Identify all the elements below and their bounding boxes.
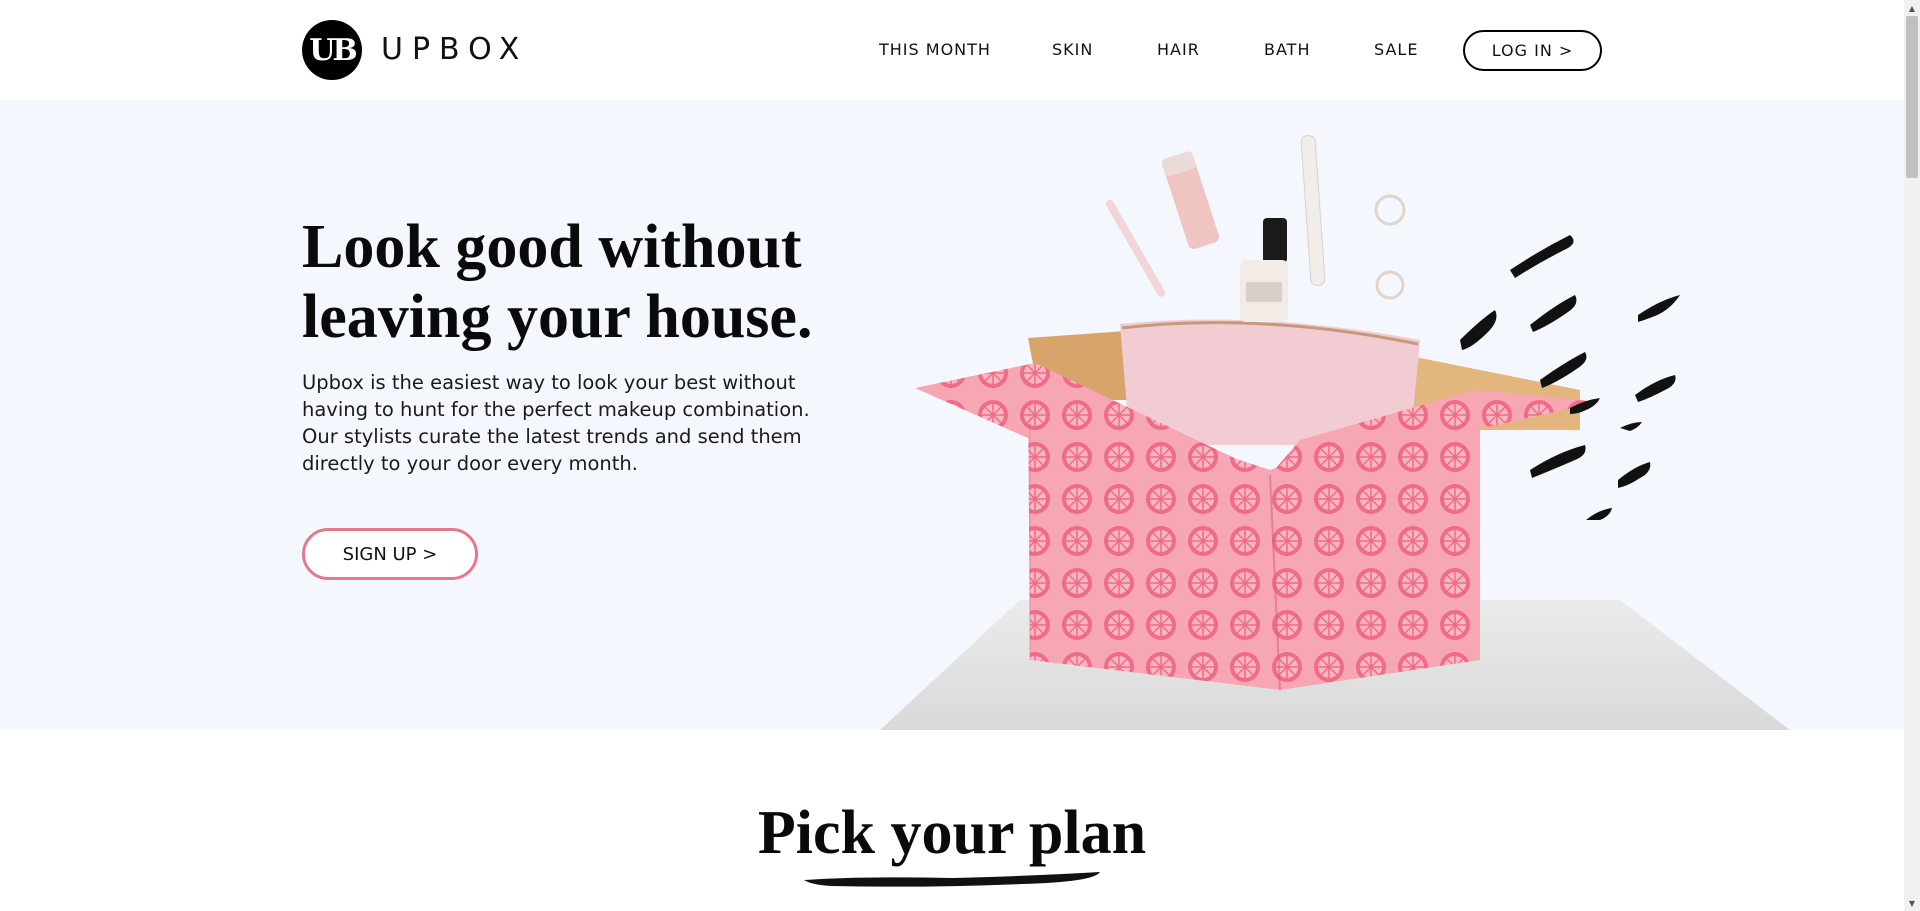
nav-hair[interactable]: HAIR — [1157, 40, 1200, 60]
ring-2 — [1375, 270, 1405, 300]
scrollbar-thumb[interactable] — [1906, 16, 1918, 178]
nail-polish-bottle — [1240, 218, 1288, 322]
logo-text[interactable]: UPBOX — [381, 33, 528, 67]
hero-box-illustration — [880, 135, 1790, 730]
nav-sale[interactable]: SALE — [1374, 40, 1418, 60]
lipgloss-bottle — [1161, 151, 1220, 249]
scroll-down-arrow-icon[interactable]: ▼ — [1904, 895, 1920, 911]
hero-section: Look good without leaving your house. Up… — [0, 100, 1904, 730]
brush-stick — [1105, 199, 1166, 297]
nav-bath[interactable]: BATH — [1264, 40, 1310, 60]
site-header: UB UPBOX THIS MONTH SKIN HAIR BATH SALE … — [0, 0, 1904, 100]
logo-mark[interactable]: UB — [302, 20, 362, 80]
scroll-up-arrow-icon[interactable]: ▲ — [1904, 0, 1920, 16]
section-title-plans: Pick your plan — [757, 799, 1147, 867]
nav-this-month[interactable]: THIS MONTH — [879, 40, 991, 60]
nav-skin[interactable]: SKIN — [1052, 40, 1093, 60]
perfume-tube — [1300, 135, 1326, 286]
ring-1 — [1374, 194, 1406, 226]
login-button[interactable]: LOG IN > — [1463, 30, 1602, 71]
brush-underline-icon — [804, 872, 1100, 887]
signup-button[interactable]: SIGN UP > — [302, 528, 478, 580]
